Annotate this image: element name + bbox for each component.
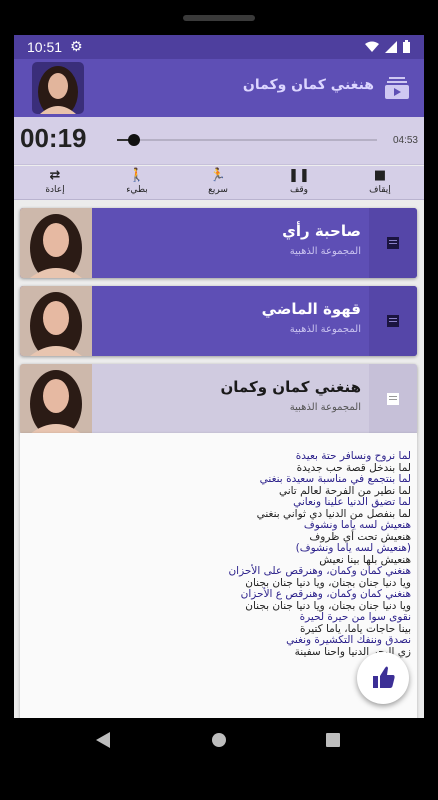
song-list: صاحبة رأي المجموعة الذهبية قهوة الماضي ا… xyxy=(14,200,424,718)
lyric-line: هنغني كمان وكمان، وهنرقص على الأحزان xyxy=(228,565,411,577)
recents-icon[interactable] xyxy=(326,733,340,747)
stop-icon: ■ xyxy=(373,168,387,183)
song-title: هنغني كمان وكمان xyxy=(242,77,374,93)
playlist-play-icon[interactable] xyxy=(384,74,410,100)
playback-controls: ■ إيقاف ❚❚ وقف 🏃 سريع 🚶 بطيء ⇄ إعادة xyxy=(14,166,424,200)
like-button[interactable] xyxy=(357,652,409,704)
thumbs-up-icon xyxy=(373,666,395,688)
lyric-line: لما نروح ونسافر حتة بعيدة xyxy=(295,450,411,462)
elapsed-time: 00:19 xyxy=(20,123,87,153)
fast-button[interactable]: 🏃 سريع xyxy=(188,168,248,196)
lyrics-toggle-button[interactable] xyxy=(369,364,417,434)
total-duration: 04:53 xyxy=(392,135,418,146)
song-thumbnail xyxy=(20,286,92,356)
status-bar: 10:51 ⚙ xyxy=(14,35,424,59)
lyrics-toggle-button[interactable] xyxy=(369,286,417,356)
song-card-title: قهوة الماضي xyxy=(261,300,361,318)
lyrics-toggle-button[interactable] xyxy=(369,208,417,278)
album-cover-image[interactable] xyxy=(32,62,84,114)
stop-button[interactable]: ■ إيقاف xyxy=(350,168,410,196)
back-icon[interactable] xyxy=(96,732,110,748)
lyric-line: هنغني كمان وكمان، وهنرقص ع الأحزان xyxy=(240,588,411,600)
lyric-line: ويا دنيا جنان بجنان، ويا دنيا جنان بجنان xyxy=(245,599,411,612)
song-card[interactable]: قهوة الماضي المجموعة الذهبية xyxy=(20,286,417,356)
notes-icon xyxy=(387,393,399,405)
lyric-line: لما بنتجمع في مناسبة سعيدة بنغني xyxy=(259,473,411,485)
player-bar: 00:19 04:53 xyxy=(14,117,424,165)
repeat-button[interactable]: ⇄ إعادة xyxy=(25,168,85,196)
song-card-expanded[interactable]: هنغني كمان وكمان المجموعة الذهبية xyxy=(20,364,417,434)
song-card[interactable]: صاحبة رأي المجموعة الذهبية xyxy=(20,208,417,278)
lyric-line: نقوى سوا من حيرة لحيرة xyxy=(299,611,411,623)
walk-icon: 🚶 xyxy=(128,168,146,183)
status-icons xyxy=(365,40,410,53)
song-thumbnail xyxy=(20,364,92,434)
battery-icon xyxy=(403,40,410,53)
lyric-line: هنعيش تحت أي ظروف xyxy=(309,530,411,543)
song-thumbnail xyxy=(20,208,92,278)
fast-label: سريع xyxy=(208,185,228,195)
stop-label: إيقاف xyxy=(369,185,391,195)
lyric-line: لما بنفصل من الدنيا دي ثواني بنغني xyxy=(256,507,411,520)
lyric-line: لما بندخل قصة حب جديدة xyxy=(296,461,411,474)
earpiece-speaker xyxy=(183,15,255,21)
lyric-line: ويا دنيا جنان بجنان، ويا دنيا جنان بجنان xyxy=(245,576,411,589)
seek-bar[interactable] xyxy=(117,134,377,146)
seek-thumb[interactable] xyxy=(127,134,140,146)
gear-icon: ⚙ xyxy=(70,39,83,55)
slow-button[interactable]: 🚶 بطيء xyxy=(107,168,167,196)
pause-icon: ❚❚ xyxy=(288,168,310,183)
lyric-line: لما نطير من الفرحة لعالم تاني xyxy=(278,484,411,497)
repeat-label: إعادة xyxy=(45,185,65,195)
pause-label: وقف xyxy=(290,185,308,195)
lyric-line: بينا حاجات ياما، ياما كتيرة xyxy=(300,622,411,635)
system-nav-bar xyxy=(0,718,438,764)
lyric-line: هنعيش لسه ياما ونشوف xyxy=(303,519,411,531)
lyric-line: لما تضيق الدنيا علينا ونعاني xyxy=(293,496,411,508)
notes-icon xyxy=(387,237,399,249)
song-card-subtitle: المجموعة الذهبية xyxy=(289,402,361,413)
lyric-line: نصدق وننفك التكشيرة ونغني xyxy=(286,634,411,646)
song-card-subtitle: المجموعة الذهبية xyxy=(289,324,361,335)
app-toolbar: هنغني كمان وكمان xyxy=(14,59,424,117)
status-time: 10:51 xyxy=(27,39,63,55)
pause-button[interactable]: ❚❚ وقف xyxy=(269,168,329,196)
run-icon: 🏃 xyxy=(209,168,227,183)
lyric-line: هنعيش بلها بينا نعيش xyxy=(319,553,411,566)
notes-icon xyxy=(387,315,399,327)
phone-frame: 10:51 ⚙ هنغني كمان وكمان 00:19 04:53 ■ إ… xyxy=(0,0,438,800)
slow-label: بطيء xyxy=(126,185,148,195)
app-screen: 10:51 ⚙ هنغني كمان وكمان 00:19 04:53 ■ إ… xyxy=(14,35,424,718)
repeat-icon: ⇄ xyxy=(49,168,61,183)
song-card-title: هنغني كمان وكمان xyxy=(220,378,362,396)
home-icon[interactable] xyxy=(212,733,226,747)
wifi-icon xyxy=(365,41,379,52)
signal-icon xyxy=(385,40,397,53)
song-card-subtitle: المجموعة الذهبية xyxy=(289,246,361,257)
lyric-line: (هنعيش لسه ياما ونشوف) xyxy=(295,542,411,554)
song-card-title: صاحبة رأي xyxy=(282,222,361,240)
